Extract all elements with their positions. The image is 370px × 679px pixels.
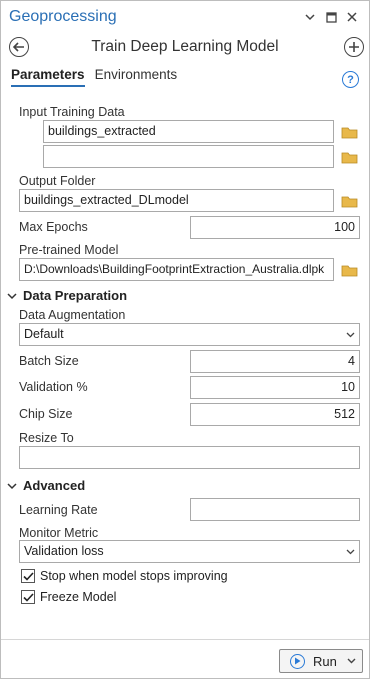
monitor-metric-label: Monitor Metric (19, 526, 99, 540)
resize-to-field[interactable] (19, 446, 360, 469)
run-label: Run (313, 653, 337, 669)
chevron-down-icon (346, 332, 355, 338)
advanced-section[interactable]: Advanced (7, 478, 85, 493)
pretrained-model-label: Pre-trained Model (19, 243, 119, 257)
chip-size-field[interactable]: 512 (190, 403, 360, 426)
output-folder-label: Output Folder (19, 174, 96, 188)
folder-icon[interactable] (341, 194, 359, 209)
tab-environments[interactable]: Environments (95, 67, 178, 85)
chevron-down-icon[interactable] (347, 657, 356, 665)
pretrained-model-field[interactable]: D:\Downloads\BuildingFootprintExtraction… (19, 258, 334, 281)
max-epochs-label: Max Epochs (19, 220, 88, 234)
folder-icon[interactable] (341, 263, 359, 278)
back-button[interactable] (9, 37, 29, 57)
folder-icon[interactable] (341, 150, 359, 165)
chevron-down-icon (7, 292, 17, 299)
batch-size-field[interactable]: 4 (190, 350, 360, 373)
freeze-model-label: Freeze Model (40, 590, 117, 604)
validation-field[interactable]: 10 (190, 376, 360, 399)
monitor-metric-select[interactable]: Validation loss (19, 540, 360, 563)
chip-size-label: Chip Size (19, 407, 73, 421)
folder-icon[interactable] (341, 125, 359, 140)
add-button[interactable] (344, 37, 364, 57)
add-icon (349, 42, 359, 52)
freeze-model-checkbox-row[interactable]: Freeze Model (21, 590, 116, 604)
resize-to-label: Resize To (19, 431, 74, 445)
stop-improving-checkbox-row[interactable]: Stop when model stops improving (21, 569, 228, 583)
stop-improving-checkbox[interactable] (21, 569, 35, 583)
tool-header: Train Deep Learning Model (1, 33, 369, 61)
input-training-data-field-2[interactable] (43, 145, 334, 168)
data-augmentation-select[interactable]: Default (19, 323, 360, 346)
output-folder-field[interactable]: buildings_extracted_DLmodel (19, 189, 334, 212)
max-epochs-field[interactable]: 100 (190, 216, 360, 239)
pane-titlebar: Geoprocessing (1, 1, 369, 33)
data-preparation-header: Data Preparation (23, 288, 128, 303)
pin-icon[interactable] (322, 8, 340, 26)
learning-rate-label: Learning Rate (19, 503, 98, 517)
tool-title: Train Deep Learning Model (91, 38, 279, 55)
geoprocessing-pane: Geoprocessing Train Deep Learning Model … (0, 0, 370, 679)
validation-label: Validation % (19, 380, 88, 394)
chevron-down-icon (346, 549, 355, 555)
close-icon[interactable] (343, 8, 361, 26)
back-icon (13, 42, 24, 52)
advanced-header: Advanced (23, 478, 86, 493)
data-augmentation-label: Data Augmentation (19, 308, 126, 322)
tab-strip: Parameters Environments (1, 67, 369, 91)
input-training-data-label: Input Training Data (19, 105, 125, 119)
chevron-down-icon[interactable] (301, 8, 319, 26)
tab-parameters[interactable]: Parameters (11, 67, 85, 87)
play-icon (290, 653, 305, 669)
chevron-down-icon (7, 482, 17, 489)
run-button[interactable]: Run (279, 649, 363, 673)
checkmark-icon (22, 571, 34, 581)
batch-size-label: Batch Size (19, 354, 79, 368)
help-icon[interactable]: ? (342, 71, 359, 88)
bottom-divider (1, 639, 369, 640)
checkmark-icon (22, 592, 34, 602)
data-augmentation-value: Default (24, 327, 64, 341)
monitor-metric-value: Validation loss (24, 544, 104, 558)
data-preparation-section[interactable]: Data Preparation (7, 288, 127, 303)
freeze-model-checkbox[interactable] (21, 590, 35, 604)
stop-improving-label: Stop when model stops improving (40, 569, 228, 583)
learning-rate-field[interactable] (190, 498, 360, 521)
pane-title: Geoprocessing (9, 8, 117, 25)
input-training-data-field-1[interactable]: buildings_extracted (43, 120, 334, 143)
